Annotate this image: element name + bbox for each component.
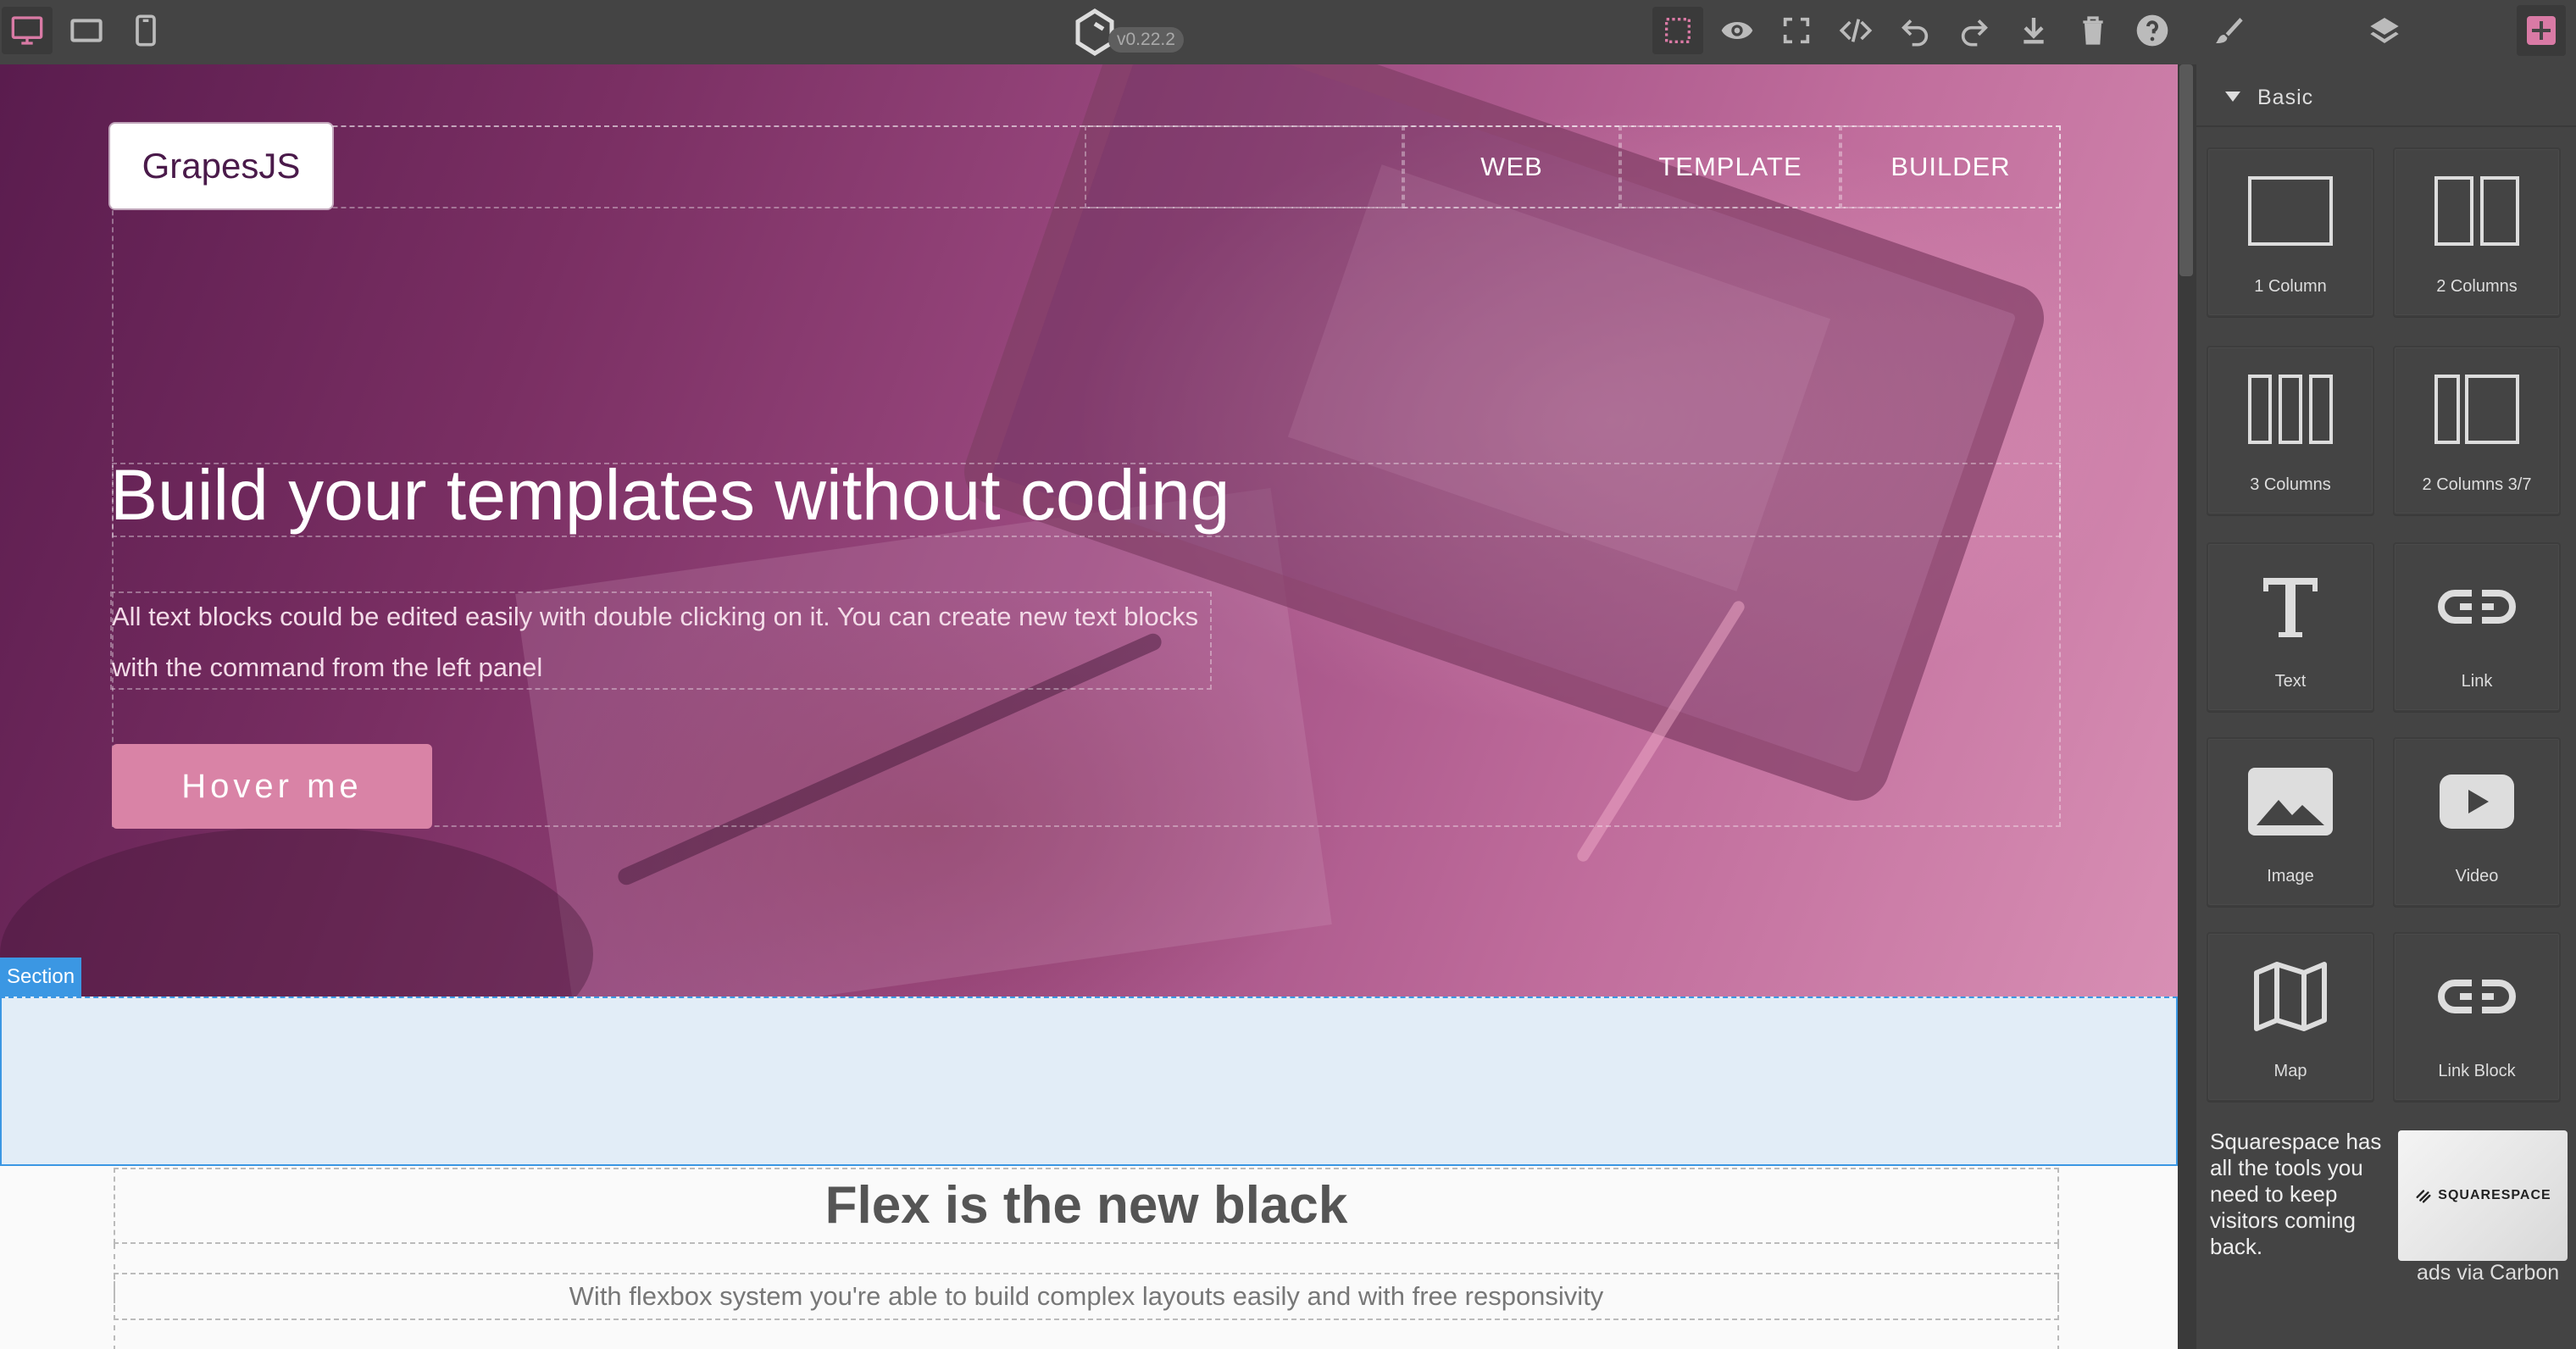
redo-button[interactable] (1949, 7, 2000, 54)
video-icon (2440, 774, 2514, 829)
brush-icon (2216, 18, 2243, 43)
sw-visibility-button[interactable] (1652, 7, 1703, 54)
block-label: Text (2274, 672, 2307, 691)
device-desktop-button[interactable] (2, 7, 53, 54)
undo-icon (1901, 19, 1929, 47)
device-tablet-button[interactable] (61, 7, 112, 54)
block-label: Map (2273, 1062, 2307, 1080)
hover-me-button[interactable]: Hover me (112, 744, 432, 829)
clear-canvas-button[interactable] (2068, 7, 2118, 54)
block-image[interactable]: Image (2207, 737, 2374, 907)
device-mobile-button[interactable] (120, 7, 171, 54)
map-icon (2254, 962, 2327, 1031)
download-icon (2024, 18, 2044, 44)
fullscreen-button[interactable] (1771, 7, 1822, 54)
editor-canvas[interactable]: GrapesJS WEB TEMPLATE BUILDER Build your… (0, 64, 2178, 1349)
nav-link-web[interactable]: WEB (1403, 125, 1620, 208)
image-icon (2248, 768, 2333, 835)
carbon-ad-text[interactable]: Squarespace has all the tools you need t… (2210, 1129, 2395, 1260)
hero-section[interactable]: GrapesJS WEB TEMPLATE BUILDER Build your… (0, 64, 2178, 996)
nav-link-template[interactable]: TEMPLATE (1620, 125, 1840, 208)
help-button[interactable] (2127, 7, 2178, 54)
link-block-icon (2438, 978, 2516, 1015)
block-video[interactable]: Video (2393, 737, 2561, 907)
block-label: Image (2267, 867, 2314, 885)
layers-icon (2370, 18, 2399, 43)
text-icon (2263, 578, 2318, 637)
hero-bg-shadow (0, 827, 593, 996)
block-link-block[interactable]: Link Block (2393, 932, 2561, 1102)
selected-section[interactable] (0, 996, 2178, 1166)
block-label: 2 Columns (2436, 277, 2518, 296)
desktop-icon (11, 16, 43, 45)
canvas-scrollbar-thumb[interactable] (2179, 64, 2193, 276)
nav-link-builder[interactable]: BUILDER (1840, 125, 2061, 208)
block-2-columns[interactable]: 2 Columns (2393, 147, 2561, 317)
question-icon (2136, 14, 2168, 47)
one-column-icon (2248, 176, 2333, 246)
block-label: 3 Columns (2250, 475, 2331, 494)
top-toolbar: v0.22.2 (0, 0, 2576, 64)
layer-manager-button[interactable] (2359, 7, 2410, 54)
three-columns-icon (2248, 375, 2333, 444)
version-badge: v0.22.2 (1108, 27, 1184, 53)
flex-subtitle[interactable]: With flexbox system you're able to build… (114, 1273, 2059, 1320)
hero-text[interactable]: All text blocks could be edited easily w… (112, 591, 1213, 693)
style-manager-button[interactable] (2203, 7, 2254, 54)
dashed-square-icon (1665, 18, 1690, 43)
flex-title[interactable]: Flex is the new black (114, 1168, 2059, 1244)
carbon-ad-image[interactable]: SQUARESPACE (2398, 1130, 2568, 1261)
block-1-column[interactable]: 1 Column (2207, 147, 2374, 317)
block-2-columns-3-7[interactable]: 2 Columns 3/7 (2393, 346, 2561, 515)
block-label: Link (2461, 672, 2493, 691)
nav-cell[interactable] (1085, 125, 1403, 208)
block-3-columns[interactable]: 3 Columns (2207, 346, 2374, 515)
two-columns-icon (2434, 176, 2519, 246)
undo-button[interactable] (1890, 7, 1940, 54)
mobile-icon (136, 14, 156, 47)
two-columns-3-7-icon (2434, 375, 2519, 444)
plus-square-icon (2527, 16, 2556, 45)
block-map[interactable]: Map (2207, 932, 2374, 1102)
carbon-ad-brand: SQUARESPACE (2438, 1188, 2551, 1202)
squarespace-logo-icon (2416, 1190, 2431, 1203)
tablet-icon (70, 19, 103, 42)
block-text[interactable]: Text (2207, 542, 2374, 712)
brand-logo[interactable]: GrapesJS (110, 124, 332, 208)
block-label: 2 Columns 3/7 (2422, 475, 2532, 494)
fullscreen-icon (1783, 17, 1810, 44)
link-icon (2438, 588, 2516, 625)
export-code-button[interactable] (1830, 7, 1881, 54)
block-label: Link Block (2438, 1062, 2516, 1080)
trash-icon (2083, 16, 2103, 45)
blocks-panel-button[interactable] (2517, 5, 2566, 56)
redo-icon (1961, 19, 1988, 47)
block-label: 1 Column (2254, 277, 2327, 296)
import-button[interactable] (2008, 7, 2059, 54)
caret-down-icon[interactable] (2225, 92, 2240, 102)
selected-component-badge[interactable]: Section (0, 958, 82, 996)
block-label: Video (2455, 867, 2499, 885)
preview-button[interactable] (1712, 7, 1763, 54)
ads-via-carbon-link[interactable]: ads via Carbon (2417, 1261, 2559, 1285)
hero-title[interactable]: Build your templates without coding (110, 454, 1230, 536)
block-link[interactable]: Link (2393, 542, 2561, 712)
block-category-basic[interactable]: Basic (2196, 68, 2576, 127)
code-icon (1839, 19, 1873, 42)
eye-icon (1721, 22, 1753, 39)
